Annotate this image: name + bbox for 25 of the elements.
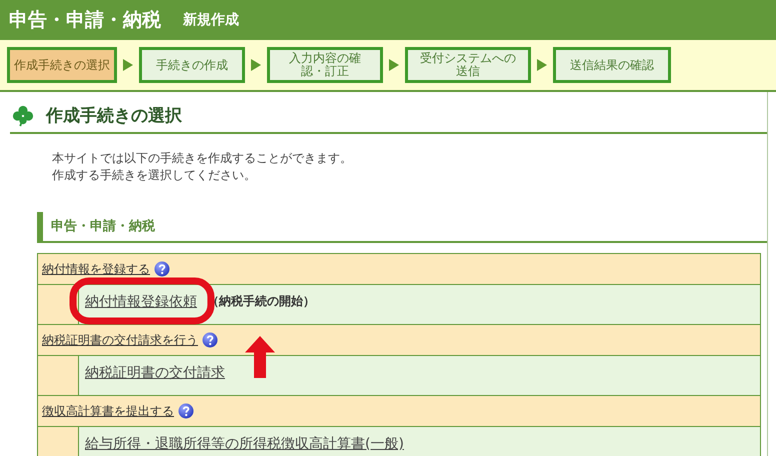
step-tab[interactable]: 受付システムへの送信 (405, 47, 531, 83)
step-arrow-icon (389, 59, 399, 71)
step-arrow-icon (537, 59, 547, 71)
help-icon[interactable] (202, 332, 218, 348)
procedure-link[interactable]: 納税証明書の交付請求 (85, 365, 225, 381)
procedure-group-link[interactable]: 納税証明書の交付請求を行う (42, 332, 198, 348)
intro-text: 本サイトでは以下の手続きを作成することができます。 (52, 150, 353, 167)
page-subtitle: 新規作成 (183, 11, 239, 29)
procedure-link[interactable]: 給与所得・退職所得等の所得税徴収高計算書(一般) (85, 436, 404, 452)
category-heading: 申告・申請・納税 (37, 212, 767, 243)
step-tab[interactable]: 作成手続きの選択 (7, 47, 117, 83)
help-icon[interactable] (178, 403, 194, 419)
step-tab[interactable]: 送信結果の確認 (553, 47, 671, 83)
page-title: 申告・申請・納税 (9, 8, 161, 33)
step-tab[interactable]: 入力内容の確認・訂正 (267, 47, 383, 83)
procedure-note: （納税手続の開始） (207, 293, 315, 310)
clover-icon (12, 104, 34, 126)
step-arrow-icon (251, 59, 261, 71)
procedure-group-link[interactable]: 徴収高計算書を提出する (42, 402, 174, 420)
section-title: 作成手続きの選択 (46, 105, 182, 127)
procedure-group-link[interactable]: 納付情報を登録する (42, 260, 150, 278)
step-arrow-icon (123, 59, 133, 71)
help-icon[interactable] (154, 261, 170, 277)
step-tab[interactable]: 手続きの作成 (139, 47, 245, 83)
intro-text: 作成する手続きを選択してください。 (52, 167, 257, 184)
